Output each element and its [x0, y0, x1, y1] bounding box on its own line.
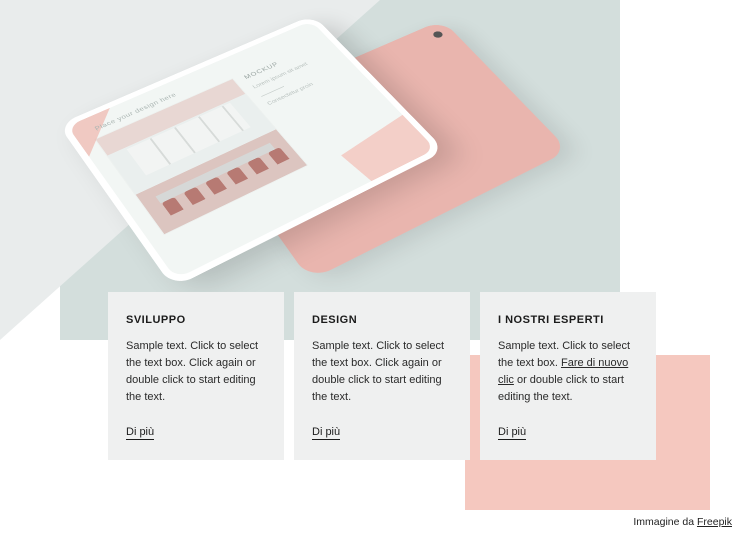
card-more-link[interactable]: Di più	[126, 426, 154, 440]
credit-prefix: Immagine da	[633, 516, 697, 528]
credit-link[interactable]: Freepik	[697, 516, 732, 528]
card-body[interactable]: Sample text. Click to select the text bo…	[498, 338, 638, 406]
card-body-post: or double click to start editing the tex…	[498, 374, 624, 403]
card-title[interactable]: SVILUPPO	[126, 314, 266, 326]
card-esperti: I NOSTRI ESPERTI Sample text. Click to s…	[480, 292, 656, 460]
card-title[interactable]: DESIGN	[312, 314, 452, 326]
card-more-link[interactable]: Di più	[312, 426, 340, 440]
photo-chairs	[154, 145, 289, 219]
image-credit: Immagine da Freepik	[633, 516, 732, 528]
card-body[interactable]: Sample text. Click to select the text bo…	[312, 338, 452, 406]
card-more-link[interactable]: Di più	[498, 426, 526, 440]
card-body[interactable]: Sample text. Click to select the text bo…	[126, 338, 266, 406]
feature-cards-row: SVILUPPO Sample text. Click to select th…	[108, 292, 656, 460]
card-design: DESIGN Sample text. Click to select the …	[294, 292, 470, 460]
card-title[interactable]: I NOSTRI ESPERTI	[498, 314, 638, 326]
card-sviluppo: SVILUPPO Sample text. Click to select th…	[108, 292, 284, 460]
